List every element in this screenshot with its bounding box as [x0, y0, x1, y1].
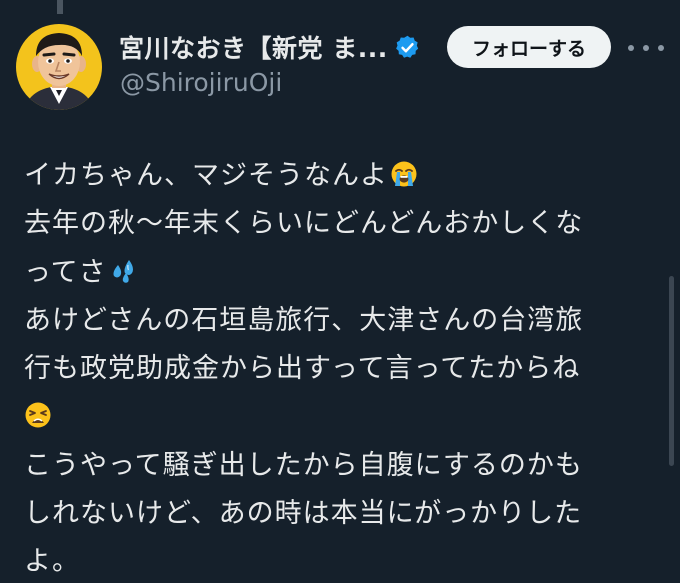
- verified-badge-icon: [394, 34, 421, 61]
- tweet-line: ってさ: [24, 249, 656, 297]
- follow-button[interactable]: フォローする: [447, 26, 611, 68]
- caricature-avatar-icon: [16, 24, 102, 110]
- sweat-droplets-icon: [109, 253, 137, 283]
- tweet-line-text: イカちゃん、マジそうなんよ: [24, 160, 388, 191]
- thread-connector: [57, 0, 63, 14]
- more-options-icon[interactable]: [628, 36, 664, 60]
- scrollbar[interactable]: [669, 276, 674, 466]
- tweet-line: 去年の秋〜年末くらいにどんどんおかしくな: [24, 208, 584, 240]
- more-dot-icon: [628, 45, 634, 51]
- tweet-line: [24, 393, 656, 441]
- tweet-line: 行も政党助成金から出すって言ってたからね: [24, 353, 581, 385]
- tweet-text: イカちゃん、マジそうなんよ 去年の秋〜年末くらいにどんどんおかしくな ってさ あ…: [24, 152, 656, 583]
- tweet-line: あけどさんの石垣島旅行、大津さんの台湾旅: [24, 304, 584, 336]
- tweet-line: こうやって騒ぎ出したから自腹にするのかも: [24, 449, 583, 481]
- tweet-line: イカちゃん、マジそうなんよ: [24, 152, 656, 200]
- avatar[interactable]: [16, 24, 102, 110]
- tweet-line: しれないけど、あの時は本当にがっかりした: [24, 498, 583, 530]
- loudly-crying-face-icon: [390, 156, 418, 187]
- author-name-row[interactable]: 宮川なおき【新党 ま...: [119, 30, 421, 64]
- more-dot-icon: [658, 45, 664, 51]
- tweet-line-text: ってさ: [24, 256, 107, 288]
- weary-face-icon: [24, 397, 52, 428]
- more-dot-icon: [643, 45, 649, 51]
- author-handle[interactable]: @ShirojiruOji: [120, 68, 282, 97]
- tweet-line: よ。: [24, 546, 80, 578]
- author-display-name[interactable]: 宮川なおき【新党 ま...: [119, 29, 388, 65]
